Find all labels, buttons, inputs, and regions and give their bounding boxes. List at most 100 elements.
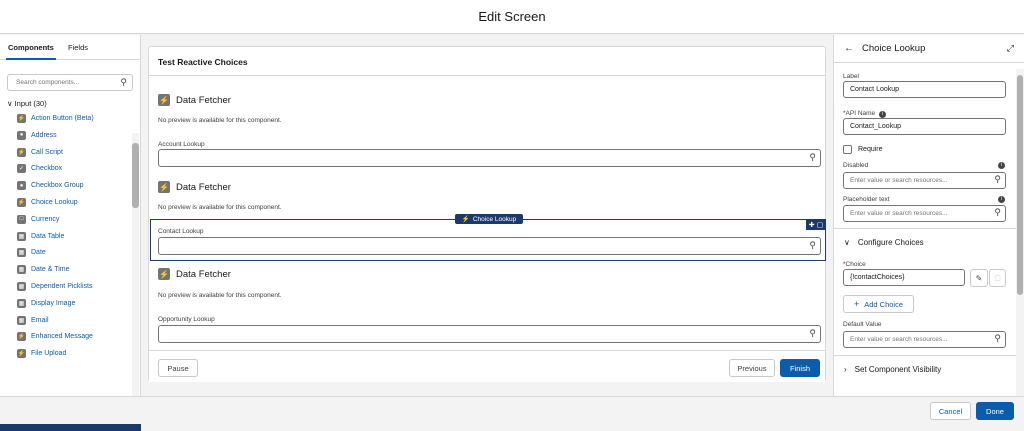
label-field-label: Label — [843, 73, 859, 80]
label-input[interactable]: Contact Lookup — [843, 81, 1006, 98]
fetcher-label: Data Fetcher — [176, 268, 231, 280]
default-value-input[interactable]: Enter value or search resources... ⚲ — [843, 331, 1006, 348]
component-item[interactable]: ▦ Data Table — [17, 230, 64, 243]
modal-header: Edit Screen — [0, 0, 1024, 34]
search-placeholder: Search components... — [16, 79, 80, 86]
component-item[interactable]: ▦ Display Image — [17, 297, 75, 310]
info-icon[interactable]: i — [998, 196, 1005, 203]
contact-lookup-input[interactable]: ⚲ — [158, 237, 821, 255]
chevron-down-icon: ∨ — [7, 99, 13, 108]
component-item[interactable]: ● Address — [17, 129, 57, 142]
choice-label: *Choice — [843, 261, 866, 268]
data-fetcher-1[interactable]: ⚡ Data Fetcher — [158, 94, 231, 106]
component-item[interactable]: ▦ Date — [17, 246, 46, 259]
component-item[interactable]: ▦ Dependent Picklists — [17, 280, 92, 293]
trash-icon[interactable]: ▢ — [817, 221, 824, 229]
component-icon: ▦ — [17, 265, 26, 275]
info-icon[interactable]: i — [998, 162, 1005, 169]
no-preview-text: No preview is available for this compone… — [158, 117, 282, 124]
tab-fields[interactable]: Fields — [68, 43, 88, 52]
component-tools[interactable]: ✚ ▢ — [806, 220, 826, 230]
placeholder-text-placeholder: Enter value or search resources... — [850, 210, 948, 217]
data-fetcher-3[interactable]: ⚡ Data Fetcher — [158, 268, 231, 280]
cancel-button[interactable]: Cancel — [930, 402, 971, 420]
component-label: Dependent Picklists — [31, 283, 93, 290]
component-label: Date & Time — [31, 266, 70, 274]
component-scrollbar-thumb[interactable] — [132, 143, 139, 208]
group-input-header[interactable]: ∨ Input (30) — [7, 99, 47, 108]
fetcher-label: Data Fetcher — [176, 94, 231, 106]
canvas-footer: Pause Previous Finish — [149, 350, 825, 382]
api-name-input[interactable]: Contact_Lookup — [843, 118, 1006, 135]
tab-components[interactable]: Components — [6, 43, 56, 60]
modal-footer: Cancel Done — [0, 396, 1024, 424]
account-lookup-input[interactable]: ⚲ — [158, 149, 821, 167]
search-icon: ⚲ — [120, 77, 127, 87]
chevron-down-icon: ∨ — [844, 238, 850, 247]
component-label: Date — [31, 249, 46, 257]
component-item[interactable]: ▦ Date & Time — [17, 263, 70, 276]
component-item[interactable]: ● Checkbox Group — [17, 179, 84, 192]
component-item[interactable]: ⚡ Action Button (Beta) — [17, 112, 94, 125]
data-fetcher-2[interactable]: ⚡ Data Fetcher — [158, 181, 231, 193]
component-item[interactable]: ⚡ Enhanced Message — [17, 330, 93, 343]
component-icon: ⚡ — [17, 114, 26, 123]
disabled-input[interactable]: Enter value or search resources... ⚲ — [843, 172, 1006, 189]
component-label: Address — [31, 131, 57, 139]
search-icon: ⚲ — [994, 207, 1001, 217]
add-choice-button[interactable]: + Add Choice — [843, 295, 914, 313]
component-item[interactable]: ⚡ Choice Lookup — [17, 196, 78, 209]
choice-input[interactable]: {!contactChoices} — [843, 269, 965, 286]
properties-panel: ← Choice Lookup ⤢ Label Contact Lookup *… — [833, 35, 1024, 396]
edit-choice-button[interactable]: ✎ — [970, 269, 988, 287]
component-icon: □ — [17, 214, 26, 224]
component-search-input[interactable]: Search components... ⚲ — [7, 74, 133, 91]
fetcher-label: Data Fetcher — [176, 181, 231, 193]
tab-bar: Components Fields — [0, 35, 140, 60]
move-icon[interactable]: ✚ — [809, 221, 815, 229]
no-preview-text: No preview is available for this compone… — [158, 204, 282, 211]
selected-label: Choice Lookup — [472, 215, 517, 223]
component-icon: ⚡ — [17, 147, 26, 157]
require-checkbox-row[interactable]: Require — [843, 145, 883, 154]
finish-button[interactable]: Finish — [780, 359, 820, 377]
info-icon[interactable]: i — [879, 111, 887, 118]
placeholder-text-input[interactable]: Enter value or search resources... ⚲ — [843, 205, 1006, 222]
component-item[interactable]: □ Currency — [17, 213, 59, 226]
component-label: Data Table — [31, 232, 65, 240]
pencil-icon: ✎ — [975, 273, 983, 283]
account-lookup-label: Account Lookup — [158, 141, 205, 148]
component-icon: ✓ — [17, 164, 26, 174]
lightning-icon: ⚡ — [461, 216, 470, 223]
delete-choice-button[interactable]: ▢ — [989, 269, 1006, 287]
visibility-label: Set Component Visibility — [854, 365, 942, 374]
properties-scrollbar-thumb[interactable] — [1017, 75, 1023, 295]
properties-title: Choice Lookup — [862, 43, 926, 54]
component-icon: ⚡ — [17, 332, 26, 342]
require-checkbox[interactable] — [843, 145, 852, 154]
configure-choices-section[interactable]: ∨ Configure Choices — [834, 228, 1017, 256]
chevron-right-icon: › — [844, 365, 847, 374]
component-item[interactable]: ✓ Checkbox — [17, 162, 62, 175]
api-name-text: API Name — [845, 110, 876, 117]
add-choice-label: Add Choice — [864, 299, 904, 309]
pause-button[interactable]: Pause — [158, 359, 198, 377]
component-label: Action Button (Beta) — [31, 115, 94, 122]
component-icon: ● — [17, 181, 26, 191]
back-arrow-icon[interactable]: ← — [844, 43, 854, 54]
visibility-section[interactable]: › Set Component Visibility — [834, 355, 1017, 383]
component-item[interactable]: ⚡ Call Script — [17, 146, 63, 159]
component-item[interactable]: ⚡ File Upload — [17, 347, 66, 360]
component-icon: ▦ — [17, 248, 26, 258]
done-button[interactable]: Done — [976, 402, 1014, 420]
selected-component-tag: ⚡ Choice Lookup — [455, 214, 523, 224]
search-icon: ⚲ — [809, 240, 816, 250]
expand-icon[interactable]: ⤢ — [1007, 43, 1014, 54]
previous-button[interactable]: Previous — [729, 359, 775, 377]
api-name-label: *API Name i — [843, 110, 887, 118]
disabled-placeholder: Enter value or search resources... — [850, 177, 948, 184]
opportunity-lookup-input[interactable]: ⚲ — [158, 325, 821, 343]
component-item[interactable]: ▦ Email — [17, 314, 49, 327]
search-icon: ⚲ — [994, 174, 1001, 184]
screen-title: Test Reactive Choices — [149, 47, 825, 76]
